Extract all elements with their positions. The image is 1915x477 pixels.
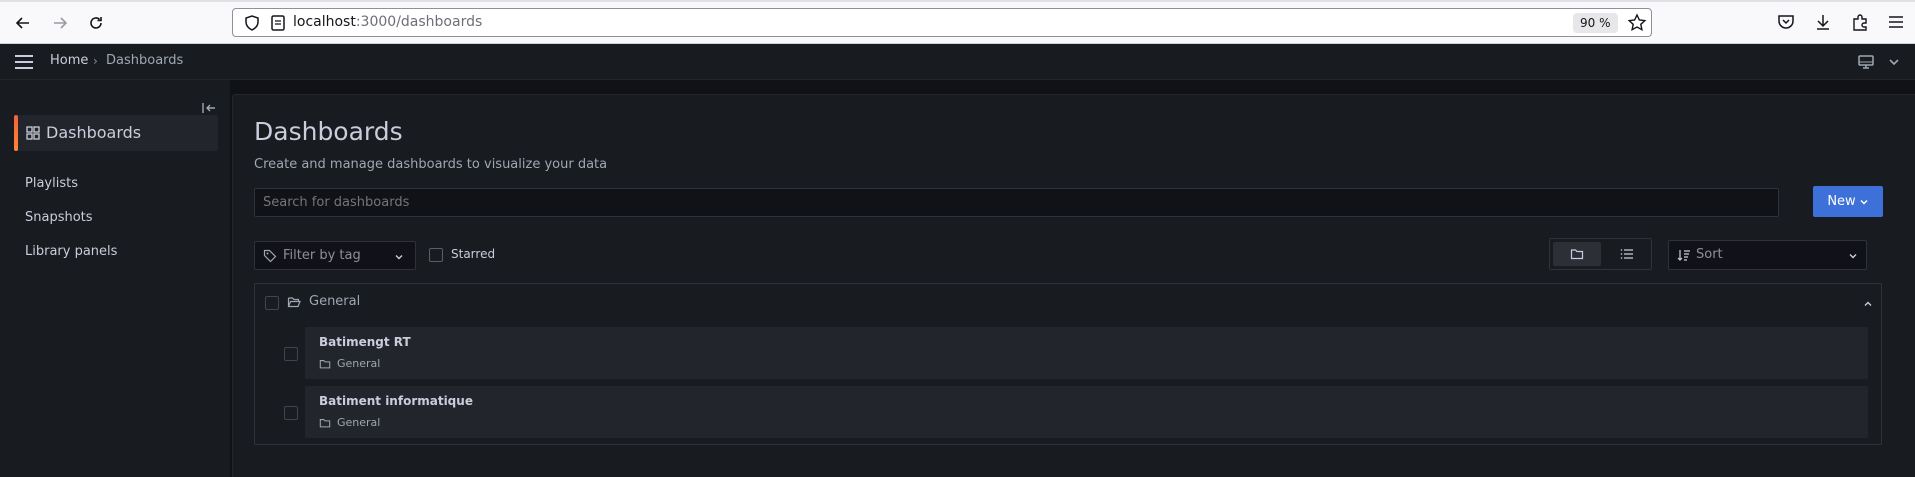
dashboard-row[interactable]: Batimengt RT General (305, 327, 1868, 379)
reload-button[interactable] (83, 11, 109, 35)
dashboard-title[interactable]: Batimengt RT (319, 335, 411, 349)
starred-label[interactable]: Starred (451, 247, 495, 261)
folder-header[interactable]: General (255, 284, 1881, 318)
sidebar-active-label: Dashboards (46, 123, 142, 142)
breadcrumb-current: Dashboards (106, 53, 184, 68)
new-button-label: New (1827, 194, 1856, 209)
dashboard-location: General (337, 357, 381, 370)
active-indicator (14, 115, 18, 151)
tag-icon (263, 249, 277, 263)
sort-select[interactable]: Sort (1668, 240, 1867, 270)
shield-icon[interactable] (243, 14, 261, 32)
chevron-up-icon[interactable] (1862, 298, 1874, 310)
sort-placeholder: Sort (1696, 247, 1723, 262)
zoom-level-badge[interactable]: 90 % (1573, 13, 1618, 33)
page-title: Dashboards (254, 117, 403, 146)
chevron-down-icon (1860, 199, 1868, 204)
browser-toolbar: localhost:3000/dashboards 90 % (0, 0, 1915, 44)
browser-tab-strip (0, 0, 1915, 2)
starred-checkbox[interactable] (429, 248, 443, 262)
folder-section-general: General Batimengt RT General Batiment in… (254, 283, 1882, 445)
arrow-left-icon (15, 17, 29, 29)
folder-view-button[interactable] (1553, 242, 1601, 266)
apps-grid-icon (26, 126, 40, 140)
view-toggle (1549, 238, 1652, 270)
list-view-button[interactable] (1605, 242, 1649, 266)
kiosk-monitor-icon[interactable] (1857, 53, 1875, 71)
url-text: localhost:3000/dashboards (293, 14, 482, 30)
search-input[interactable] (254, 188, 1779, 217)
back-button[interactable] (10, 11, 36, 35)
reload-icon (90, 17, 102, 29)
sort-amount-icon (1677, 250, 1690, 261)
page-subtitle: Create and manage dashboards to visualiz… (254, 157, 608, 172)
list-icon (1620, 249, 1633, 259)
main-panel: Dashboards Create and manage dashboards … (232, 94, 1915, 477)
grafana-topnav: Home › Dashboards (0, 44, 1915, 80)
breadcrumb-separator: › (93, 54, 98, 68)
dashboard-row[interactable]: Batiment informatique General (305, 386, 1868, 438)
sidebar-item-snapshots[interactable]: Snapshots (25, 210, 93, 225)
downloads-icon[interactable] (1813, 12, 1833, 32)
folder-icon (319, 360, 331, 369)
new-button[interactable]: New (1813, 186, 1883, 217)
folder-open-icon (287, 297, 301, 308)
chevron-down-icon (1849, 254, 1857, 259)
menu-hamburger-icon[interactable] (14, 53, 34, 71)
sidebar-item-dashboards[interactable]: Dashboards (14, 115, 218, 151)
chevron-down-icon (395, 255, 403, 260)
dashboard-title[interactable]: Batiment informatique (319, 394, 473, 408)
sidebar-item-library-panels[interactable]: Library panels (25, 244, 117, 259)
sidebar-item-playlists[interactable]: Playlists (25, 176, 78, 191)
dashboard-location: General (337, 416, 381, 429)
tag-filter-select[interactable]: Filter by tag (254, 241, 416, 270)
folder-name[interactable]: General (309, 294, 360, 309)
folder-icon (1570, 249, 1584, 260)
app-menu-icon[interactable] (1886, 12, 1906, 32)
folder-icon (319, 419, 331, 428)
arrow-right-icon (54, 17, 68, 29)
pocket-icon[interactable] (1776, 12, 1796, 32)
sidebar: Dashboards Playlists Snapshots Library p… (0, 80, 230, 477)
folder-checkbox[interactable] (265, 296, 279, 310)
bookmark-star-icon[interactable] (1627, 13, 1647, 33)
page-info-icon[interactable] (269, 14, 287, 32)
breadcrumb-home[interactable]: Home (50, 53, 88, 68)
extensions-icon[interactable] (1850, 12, 1870, 32)
tag-filter-placeholder: Filter by tag (283, 248, 361, 263)
dashboard-checkbox[interactable] (284, 347, 298, 361)
forward-button[interactable] (47, 11, 73, 35)
url-bar[interactable]: localhost:3000/dashboards 90 % (232, 8, 1652, 37)
chevron-down-icon[interactable] (1887, 55, 1901, 69)
dock-menu-icon[interactable] (201, 100, 217, 116)
url-path: :3000/dashboards (355, 14, 483, 30)
url-host: localhost (293, 14, 356, 30)
dashboard-checkbox[interactable] (284, 406, 298, 420)
